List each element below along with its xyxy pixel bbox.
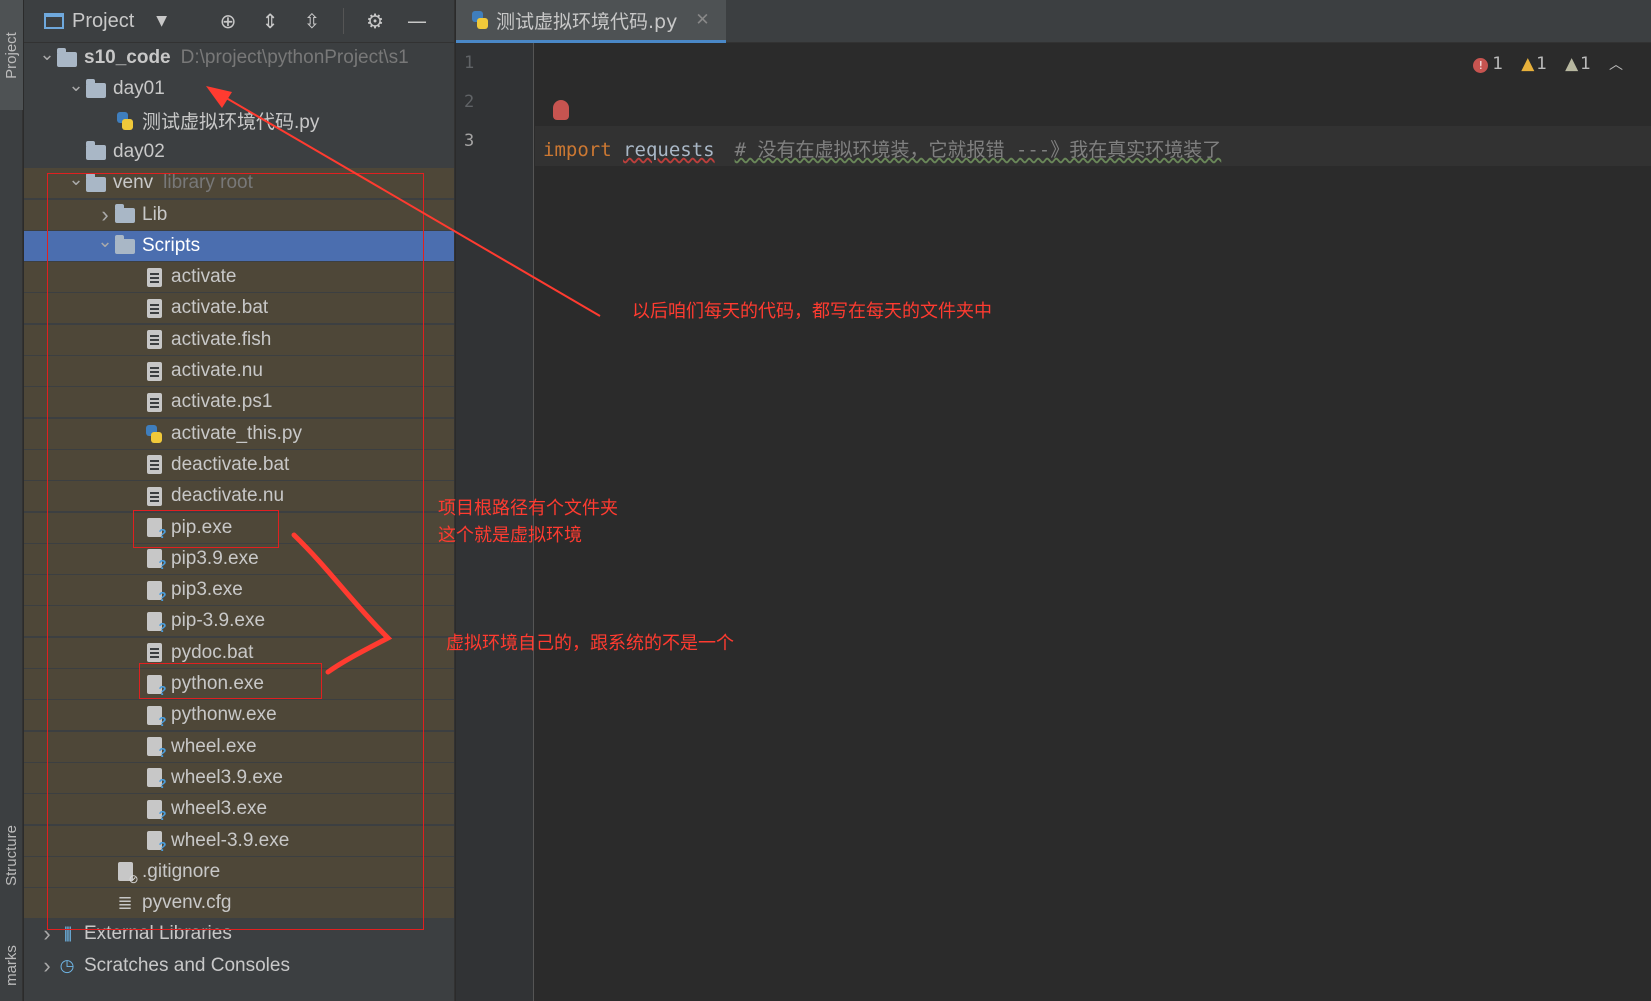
- annotation-daily-folder: 以后咱们每天的代码，都写在每天的文件夹中: [632, 301, 992, 322]
- chevron-down-icon[interactable]: ▼: [156, 13, 167, 29]
- code-keyword: import: [543, 139, 612, 161]
- weak-warning-count[interactable]: ▲ 1: [1565, 54, 1591, 74]
- gear-icon[interactable]: ⚙: [364, 9, 386, 33]
- lightbulb-error-icon[interactable]: [553, 100, 569, 120]
- warning-icon: ▲: [1521, 54, 1535, 74]
- project-tool-tab-label: Project: [3, 31, 20, 79]
- warning-count[interactable]: ▲ 1: [1521, 54, 1547, 74]
- inspection-widget[interactable]: ! 1 ▲ 1 ▲ 1 ︿: [1473, 54, 1623, 74]
- tree-item-label: Scratches and Consoles: [84, 954, 290, 976]
- annotation-venv-line1: 项目根路径有个文件夹: [438, 498, 618, 519]
- chevron-down-icon[interactable]: ⌄: [38, 44, 56, 65]
- folder-icon-wrap: [85, 141, 107, 162]
- bookmarks-tool-tab[interactable]: marks: [0, 930, 23, 1001]
- warning-count-value: 1: [1536, 54, 1548, 74]
- tree-item-label: day01: [113, 78, 165, 100]
- annotation-own-env: 虚拟环境自己的，跟系统的不是一个: [446, 633, 734, 654]
- toolbar-divider: [343, 8, 345, 34]
- editor-tab-bar: 测试虚拟环境代码.py ✕: [456, 0, 1651, 43]
- code-module: requests: [623, 139, 715, 161]
- tab-test-venv-code[interactable]: 测试虚拟环境代码.py ✕: [456, 0, 726, 43]
- folder-icon-wrap: [85, 78, 107, 99]
- code-line-3[interactable]: import requests # 没有在虚拟环境装，它就报错 ---》我在真实环…: [543, 135, 1221, 162]
- python-file-icon: [472, 11, 488, 29]
- line-number: 1: [464, 53, 475, 73]
- project-toolbar: Project ▼ ⊕ ⇕ ⇳ ⚙ —: [24, 0, 454, 43]
- tree-row[interactable]: 测试虚拟环境代码.py: [24, 106, 454, 136]
- project-view-selector[interactable]: Project: [72, 10, 134, 33]
- project-tool-tab[interactable]: Project: [0, 0, 23, 110]
- chevron-up-icon[interactable]: ︿: [1609, 54, 1623, 74]
- folder-icon-wrap: [56, 47, 78, 68]
- line-number: 2: [464, 92, 475, 112]
- python-file-icon-wrap: [114, 111, 136, 131]
- tree-row[interactable]: day02: [24, 137, 454, 167]
- tree-item-label: 测试虚拟环境代码.py: [142, 112, 320, 134]
- tree-item-label: s10_code: [84, 47, 171, 68]
- python-file-icon: [117, 111, 133, 130]
- expand-all-icon[interactable]: ⇕: [259, 9, 281, 33]
- structure-tool-tab-label: Structure: [3, 824, 21, 886]
- line-number: 3: [464, 131, 475, 151]
- error-count[interactable]: ! 1: [1473, 54, 1503, 74]
- code-comment: # 没有在虚拟环境装，它就报错 ---》我在真实环境装了: [734, 139, 1222, 161]
- folder-icon: [86, 78, 106, 98]
- tree-row[interactable]: ⌄ day01: [24, 74, 454, 104]
- folder-icon: [86, 141, 106, 161]
- error-icon: !: [1473, 58, 1489, 73]
- close-icon[interactable]: ✕: [695, 10, 709, 30]
- tab-label: 测试虚拟环境代码.py: [496, 10, 678, 33]
- weak-warning-count-value: 1: [1580, 54, 1591, 74]
- pip-highlight-box: [133, 510, 279, 548]
- folder-icon: [57, 47, 77, 67]
- structure-tool-tab[interactable]: Structure: [0, 800, 23, 910]
- tree-row[interactable]: › ◷ Scratches and Consoles: [24, 951, 454, 981]
- hide-panel-icon[interactable]: —: [406, 9, 428, 33]
- error-count-value: 1: [1492, 54, 1504, 74]
- tree-item-hint: D:\project\pythonProject\s1: [180, 47, 409, 68]
- tree-row[interactable]: ⌄ s10_code D:\project\pythonProject\s1: [24, 43, 454, 73]
- weak-warning-icon: ▲: [1565, 54, 1579, 74]
- tree-item-label: day02: [113, 140, 165, 162]
- left-tool-strip: Project Structure marks: [0, 0, 23, 1001]
- project-view-icon: [44, 13, 64, 29]
- bookmarks-tool-tab-label: marks: [3, 945, 20, 986]
- chevron-down-icon[interactable]: ⌄: [67, 75, 85, 96]
- scratches-icon-wrap: ◷: [56, 956, 78, 976]
- collapse-all-icon[interactable]: ⇳: [301, 9, 323, 33]
- annotation-venv-line2: 这个就是虚拟环境: [438, 525, 582, 546]
- python-highlight-box: [139, 663, 322, 699]
- chevron-right-icon[interactable]: ›: [38, 953, 56, 979]
- locate-icon[interactable]: ⊕: [217, 9, 239, 33]
- venv-highlight-box: [47, 173, 424, 930]
- scratches-icon: ◷: [59, 955, 75, 975]
